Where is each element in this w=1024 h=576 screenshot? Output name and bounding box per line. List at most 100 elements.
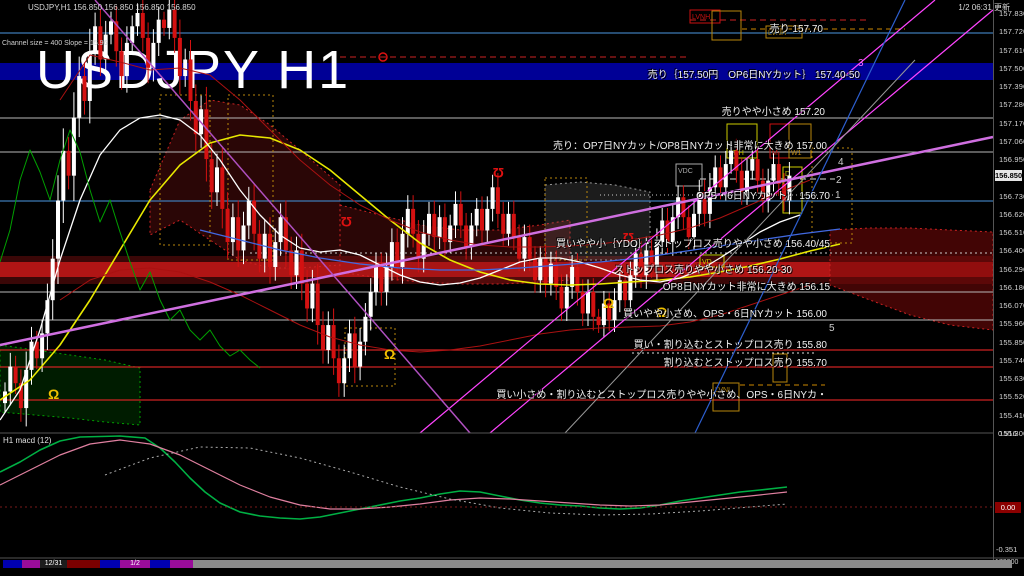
candle-body (8, 367, 12, 392)
candle-body (772, 164, 776, 181)
marker-box-label: W (775, 358, 782, 365)
candle-body (125, 43, 129, 76)
price-axis-label: 157.390 (999, 82, 1024, 91)
price-axis[interactable]: 157.830157.720157.610157.500157.390157.2… (994, 0, 1024, 576)
marker-box-label: VD (702, 259, 712, 266)
timeline-segment (100, 560, 120, 568)
candle-body (257, 234, 261, 259)
macd-trend-line (105, 447, 787, 515)
candle-body (644, 250, 648, 275)
candle-body (528, 237, 532, 259)
candle-body (554, 264, 558, 287)
candle-body (496, 187, 500, 214)
timeline-segment (170, 560, 193, 568)
marker-box-label: VDC (678, 168, 693, 175)
candle-body (321, 325, 325, 350)
candle-body (204, 109, 208, 159)
price-axis-label: 157.170 (999, 119, 1024, 128)
candle-body (533, 259, 537, 281)
candle-body (189, 59, 193, 100)
candle-body (681, 197, 685, 217)
price-axis-label: 155.960 (999, 319, 1024, 328)
candle-body (485, 209, 489, 231)
candle-body (14, 367, 18, 384)
candle-body (348, 333, 352, 358)
bottom-u-marker: Ω (341, 214, 352, 230)
candle-body (61, 151, 65, 201)
candle-body (464, 225, 468, 247)
candle-body (353, 333, 357, 366)
price-axis-label: 156.070 (999, 301, 1024, 310)
candle-body (628, 275, 632, 300)
marker-box-label: W1 (791, 150, 802, 157)
candle-body (167, 10, 171, 28)
candle-body (210, 159, 214, 192)
candle-body (586, 292, 590, 314)
macd-signal-line (0, 440, 787, 509)
candle-body (406, 209, 410, 234)
line-number-label: 3 (858, 58, 864, 69)
candle-body (427, 214, 431, 234)
candle-body (692, 214, 696, 237)
timeline-segment-12-31: 12/31 (40, 560, 67, 568)
price-axis-label: 157.720 (999, 27, 1024, 36)
candle-body (242, 225, 246, 250)
omega-marker: Ω (48, 386, 59, 402)
candle-body (56, 201, 60, 259)
candle-body (104, 35, 108, 60)
candle-body (379, 267, 383, 292)
bottom-u-marker: Ω (493, 165, 504, 181)
candle-body (432, 214, 436, 237)
price-axis-label: 155.740 (999, 356, 1024, 365)
price-axis-label: 156.730 (999, 192, 1024, 201)
candle-body (719, 167, 723, 187)
candle-body (151, 43, 155, 68)
candle-body (162, 20, 166, 28)
candle-body (501, 214, 505, 234)
macd-axis-top: 0.516 (998, 429, 1017, 438)
candle-body (750, 159, 754, 171)
price-axis-label: 155.630 (999, 374, 1024, 383)
chart-canvas[interactable]: USDJPY H1LVNHLVNHVDHMW1VDCDVDWLVNLΩΩΩΩΩΩ… (0, 0, 1024, 576)
candle-body (236, 217, 240, 250)
price-axis-label: 156.180 (999, 283, 1024, 292)
line-number-label: 2 (836, 175, 842, 186)
candle-body (67, 151, 71, 176)
candle-body (544, 259, 548, 284)
symbol-ohlc-label: USDJPY,H1 156.850 156.850 156.850 156.85… (28, 3, 196, 12)
candle-body (247, 201, 251, 226)
candle-body (88, 51, 92, 101)
candle-body (77, 76, 81, 118)
candle-body (623, 280, 627, 300)
candle-body (279, 217, 283, 242)
candle-body (326, 325, 330, 350)
candle-body (310, 284, 314, 309)
candle-body (512, 214, 516, 237)
candle-body (560, 287, 564, 309)
price-axis-label: 157.280 (999, 100, 1024, 109)
candle-body (522, 237, 526, 259)
candle-body (438, 217, 442, 237)
candle-body (363, 317, 367, 342)
candle-body (491, 187, 495, 209)
line-number-label: 5 (829, 323, 835, 334)
candle-body (109, 21, 113, 34)
candle-body (708, 187, 712, 214)
candle-body (385, 267, 389, 292)
candle-body (183, 59, 187, 76)
omega-marker: Ω (656, 304, 667, 320)
price-axis-label: 156.620 (999, 210, 1024, 219)
candle-body (120, 51, 124, 76)
candle-body (549, 264, 553, 284)
price-axis-label: 157.500 (999, 64, 1024, 73)
candle-body (459, 204, 463, 226)
timeline-segment (3, 560, 22, 568)
candle-body (591, 292, 595, 317)
candle-body (454, 204, 458, 226)
candle-body (305, 284, 309, 309)
candle-body (83, 76, 87, 101)
marker-box (712, 11, 741, 40)
candle-body (316, 284, 320, 326)
indicator-label: H1 macd (12) (3, 436, 51, 445)
candle-body (634, 254, 638, 276)
